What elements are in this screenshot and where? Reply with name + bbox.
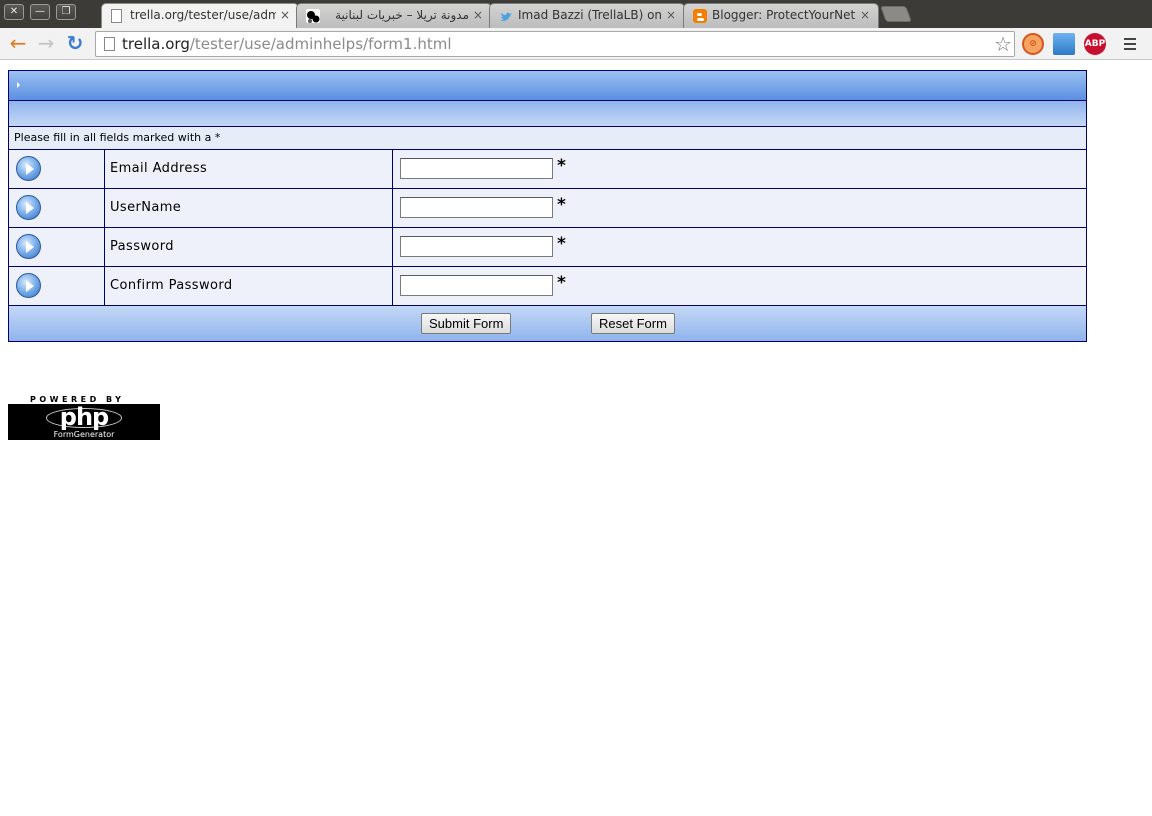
form-row-email: Email Address * — [9, 150, 1086, 189]
tab-close-icon[interactable]: × — [280, 4, 290, 27]
tab-close-icon[interactable]: × — [666, 4, 676, 27]
logo-plate: php FormGenerator — [8, 404, 160, 440]
required-marker: * — [557, 273, 566, 293]
form-row-username: UserName * — [9, 189, 1086, 228]
window-close-button[interactable]: ✕ — [4, 4, 24, 20]
window-minimize-button[interactable]: — — [30, 4, 50, 20]
field-label: Confirm Password — [105, 267, 393, 305]
tab-title: Blogger: ProtectYourNet — [712, 8, 856, 22]
new-tab-button[interactable] — [880, 6, 912, 22]
tab-title: مدونة تريلا – خبريات لبنانية — [335, 8, 469, 22]
field-label: Email Address — [105, 150, 393, 188]
page-content: Please fill in all fields marked with a … — [0, 61, 1152, 816]
arrow-right-icon — [16, 273, 41, 298]
tab-title: trella.org/tester/use/adm — [130, 8, 276, 22]
blogger-icon — [693, 9, 707, 23]
form-footer-bar: Submit Form Reset Form — [9, 306, 1086, 341]
required-marker: * — [557, 156, 566, 176]
url-text[interactable]: trella.org/tester/use/adminhelps/form1.h… — [122, 32, 452, 56]
adblock-plus-icon[interactable]: ABP — [1084, 33, 1106, 55]
form-header-bar — [9, 71, 1086, 101]
required-marker: * — [557, 195, 566, 215]
field-label: UserName — [105, 189, 393, 227]
tab-close-icon[interactable]: × — [473, 4, 483, 27]
tab-title: Imad Bazzi (TrellaLB) on T — [518, 8, 662, 22]
registration-form: Please fill in all fields marked with a … — [8, 70, 1087, 342]
tab-blogger[interactable]: Blogger: ProtectYourNet × — [683, 3, 879, 28]
screen-capture-icon[interactable] — [1053, 33, 1075, 55]
username-field[interactable] — [400, 197, 553, 218]
tab-trella-form[interactable]: trella.org/tester/use/adm × — [101, 3, 299, 28]
menu-icon[interactable] — [1122, 36, 1138, 52]
field-label: Password — [105, 228, 393, 266]
logo-product: FormGenerator — [53, 430, 115, 439]
trella-icon — [306, 9, 320, 23]
confirm-password-field[interactable] — [400, 275, 553, 296]
browser-toolbar: ← → ↻ trella.org/tester/use/adminhelps/f… — [0, 28, 1152, 60]
email-field[interactable] — [400, 158, 553, 179]
arrow-right-icon — [16, 156, 41, 181]
tab-strip: ✕ — ❐ trella.org/tester/use/adm × مدونة … — [0, 0, 1152, 28]
address-bar[interactable]: trella.org/tester/use/adminhelps/form1.h… — [95, 31, 1015, 57]
logo-brand: php — [59, 403, 109, 431]
blocked-extension-icon[interactable]: ⊘ — [1022, 33, 1044, 55]
required-marker: * — [557, 234, 566, 254]
header-marker-icon — [17, 82, 20, 88]
password-field[interactable] — [400, 236, 553, 257]
submit-form-button[interactable]: Submit Form — [421, 313, 512, 334]
php-formgenerator-logo[interactable]: POWERED BY php FormGenerator — [8, 395, 160, 440]
form-subheader-bar — [9, 101, 1086, 127]
form-row-confirm-password: Confirm Password * — [9, 267, 1086, 306]
form-instruction: Please fill in all fields marked with a … — [9, 127, 1086, 150]
tab-twitter[interactable]: Imad Bazzi (TrellaLB) on T × — [489, 3, 685, 28]
arrow-right-icon — [16, 234, 41, 259]
reload-icon[interactable]: ↻ — [63, 32, 87, 56]
bookmark-star-icon[interactable]: ☆ — [994, 32, 1012, 56]
tab-trella-blog[interactable]: مدونة تريلا – خبريات لبنانية × — [296, 3, 492, 28]
page-icon — [111, 9, 122, 23]
reset-form-button[interactable]: Reset Form — [591, 313, 675, 334]
tab-close-icon[interactable]: × — [860, 4, 870, 27]
page-icon — [104, 37, 115, 51]
arrow-right-icon — [16, 195, 41, 220]
back-arrow-icon[interactable]: ← — [6, 32, 30, 56]
forward-arrow-icon[interactable]: → — [34, 32, 58, 56]
twitter-icon — [499, 9, 513, 23]
window-restore-button[interactable]: ❐ — [56, 4, 76, 20]
form-row-password: Password * — [9, 228, 1086, 267]
